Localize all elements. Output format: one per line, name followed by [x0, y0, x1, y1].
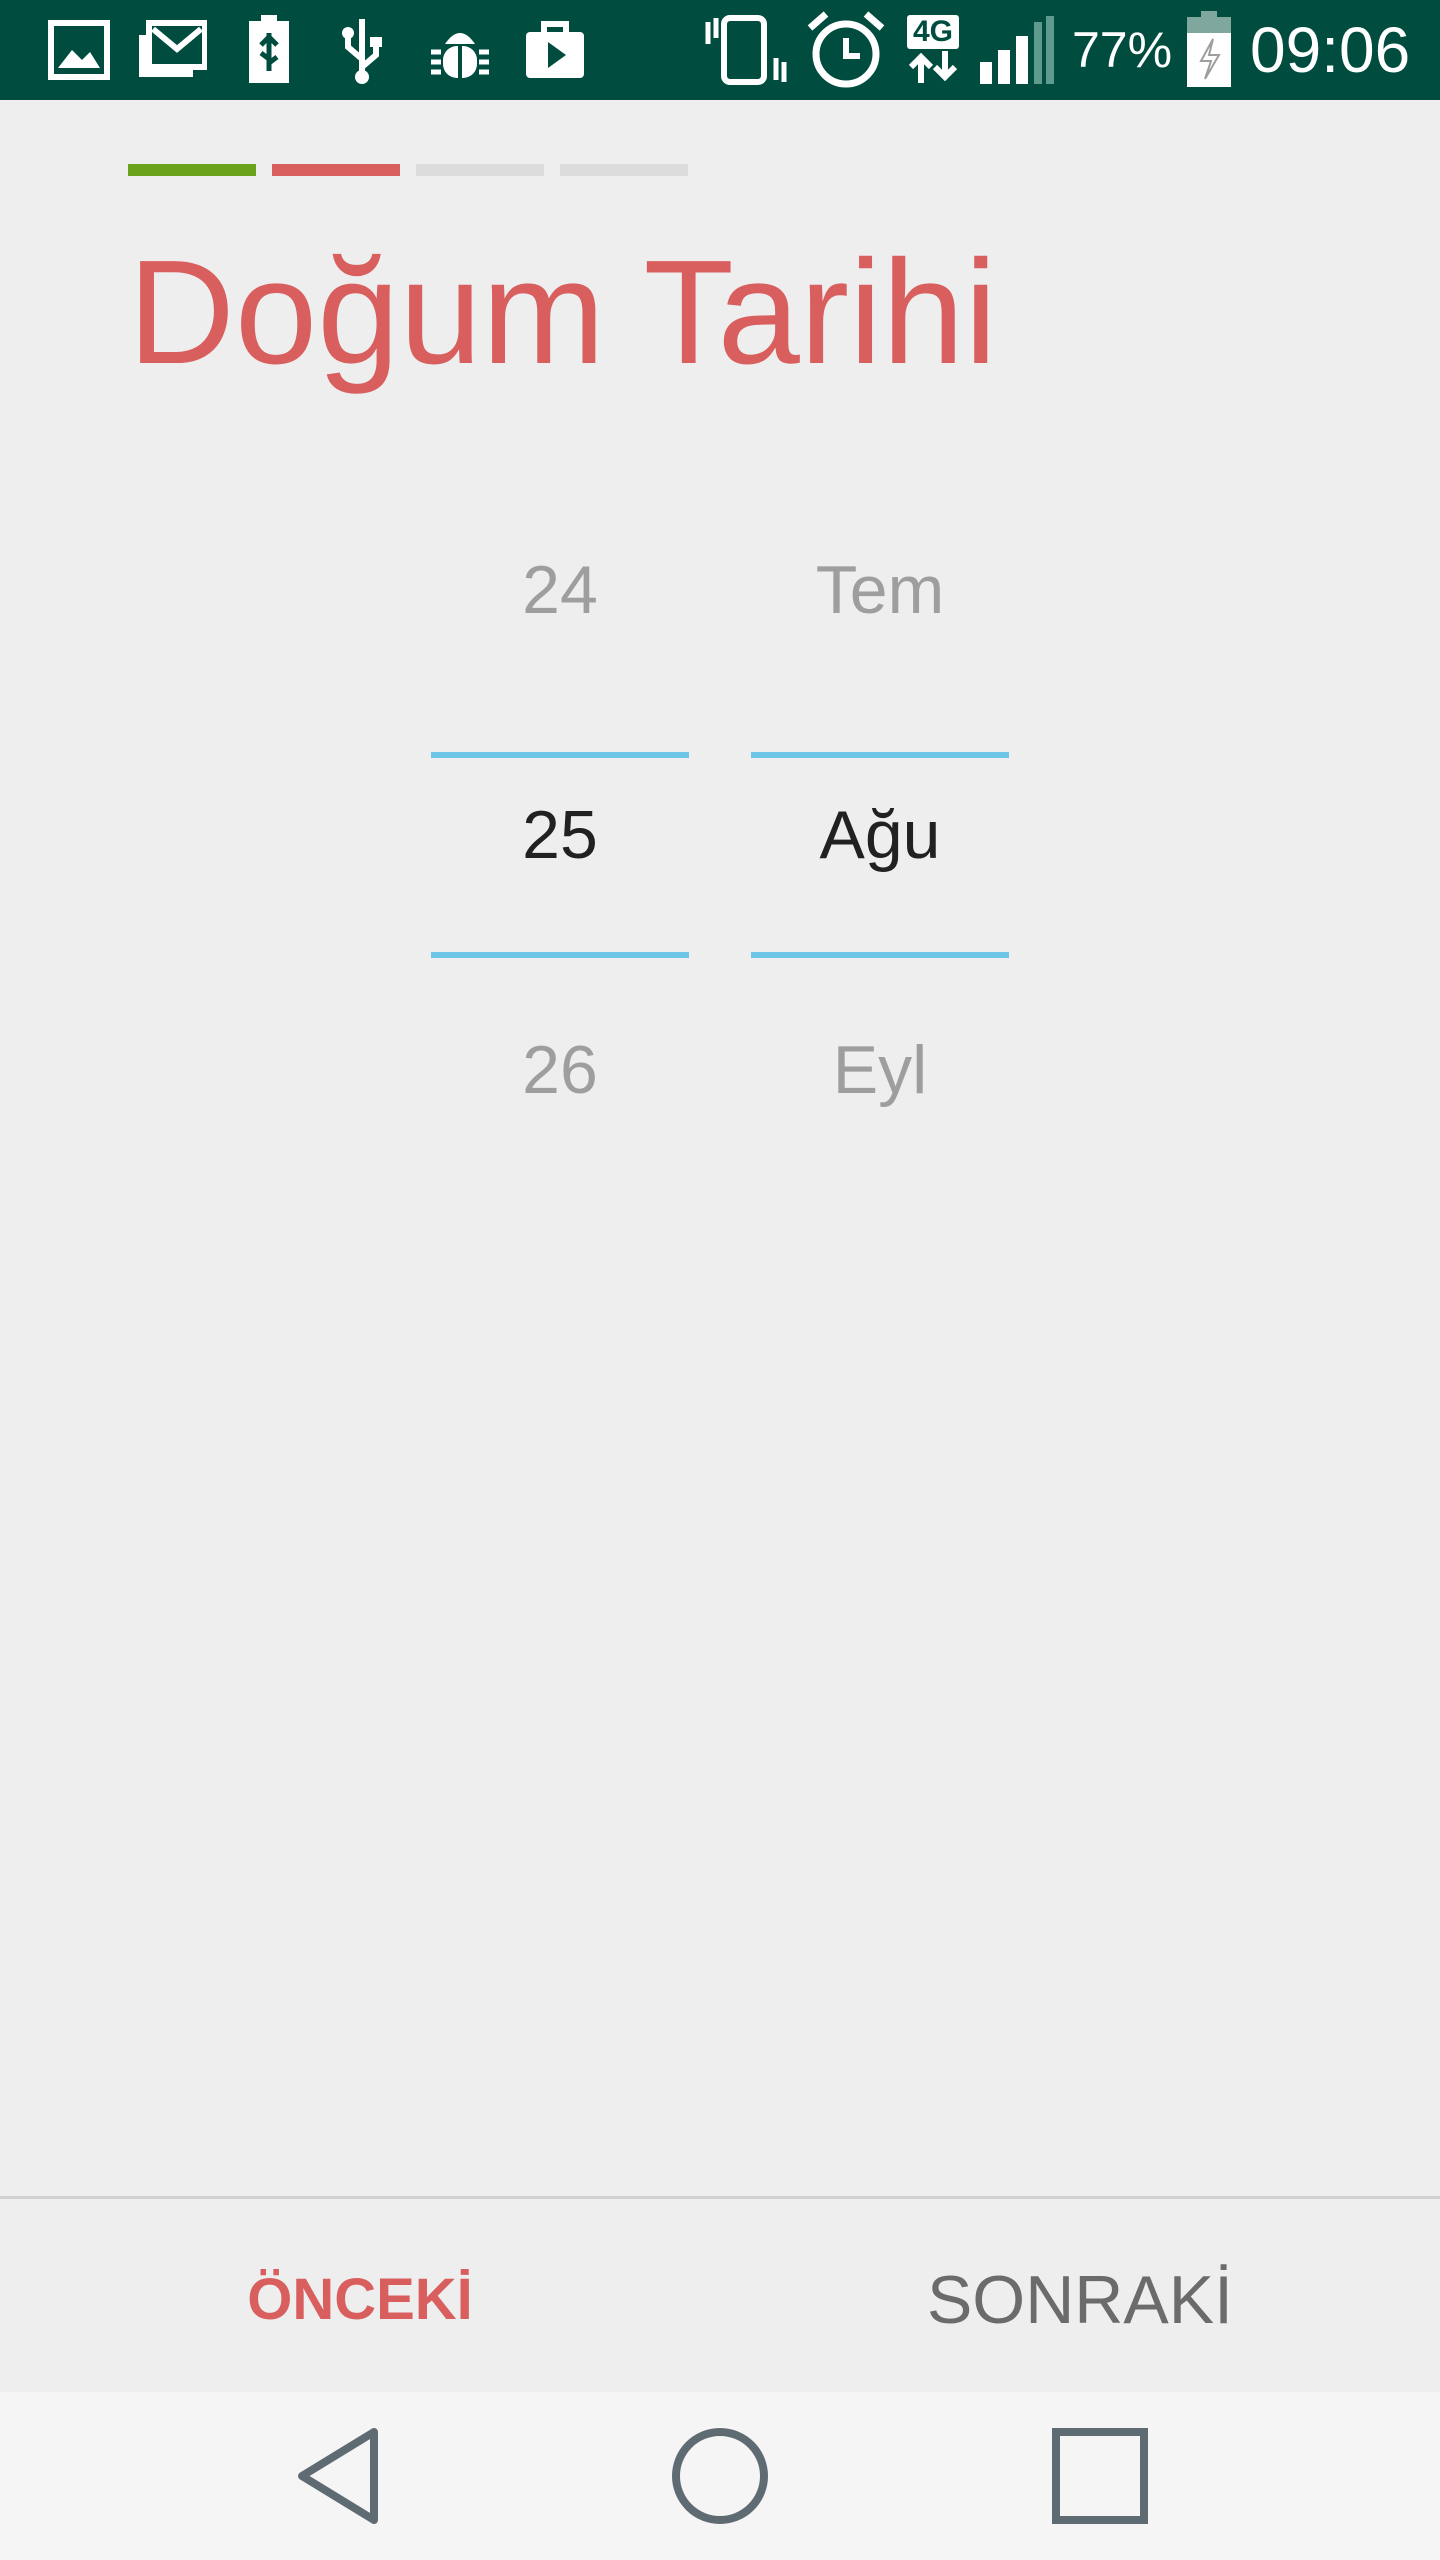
- battery-percent: 77%: [1072, 22, 1173, 78]
- progress-segment-current: [272, 164, 400, 176]
- gmail-icon: [136, 14, 208, 86]
- navigation-bar: [0, 2392, 1440, 2560]
- usb-icon: [336, 14, 388, 86]
- battery-icon: [1182, 11, 1236, 87]
- status-bar: 4G 77% 09:06: [0, 0, 1440, 100]
- day-divider-bottom: [431, 952, 689, 958]
- battery-usb-icon: [244, 14, 294, 86]
- next-button[interactable]: SONRAKİ: [880, 2240, 1280, 2360]
- network-4g-icon: 4G: [898, 14, 968, 86]
- footer-divider: [0, 2196, 1440, 2199]
- month-divider-top: [751, 752, 1009, 758]
- month-next[interactable]: Eyl: [751, 1020, 1009, 1120]
- progress-segment-done: [128, 164, 256, 176]
- android-debug-icon: [424, 14, 496, 86]
- clock: 09:06: [1250, 14, 1411, 86]
- previous-button[interactable]: ÖNCEKİ: [160, 2240, 560, 2360]
- day-divider-top: [431, 752, 689, 758]
- progress-segment-pending: [560, 164, 688, 176]
- play-store-icon: [522, 14, 588, 86]
- recents-icon[interactable]: [1030, 2416, 1170, 2536]
- gallery-icon: [44, 14, 114, 86]
- month-selected[interactable]: Ağu: [751, 760, 1009, 910]
- day-next[interactable]: 26: [431, 1020, 689, 1120]
- network-label: 4G: [906, 15, 960, 49]
- page-title: Doğum Tarihi: [128, 230, 998, 395]
- signal-icon: [976, 14, 1060, 86]
- vibrate-icon: [700, 14, 792, 86]
- progress-segment-pending: [416, 164, 544, 176]
- month-divider-bottom: [751, 952, 1009, 958]
- month-prev[interactable]: Tem: [751, 540, 1009, 640]
- step-progress: [128, 164, 688, 176]
- home-icon[interactable]: [650, 2416, 790, 2536]
- day-selected[interactable]: 25: [431, 760, 689, 910]
- alarm-icon: [800, 11, 892, 88]
- back-icon[interactable]: [270, 2416, 410, 2536]
- day-prev[interactable]: 24: [431, 540, 689, 640]
